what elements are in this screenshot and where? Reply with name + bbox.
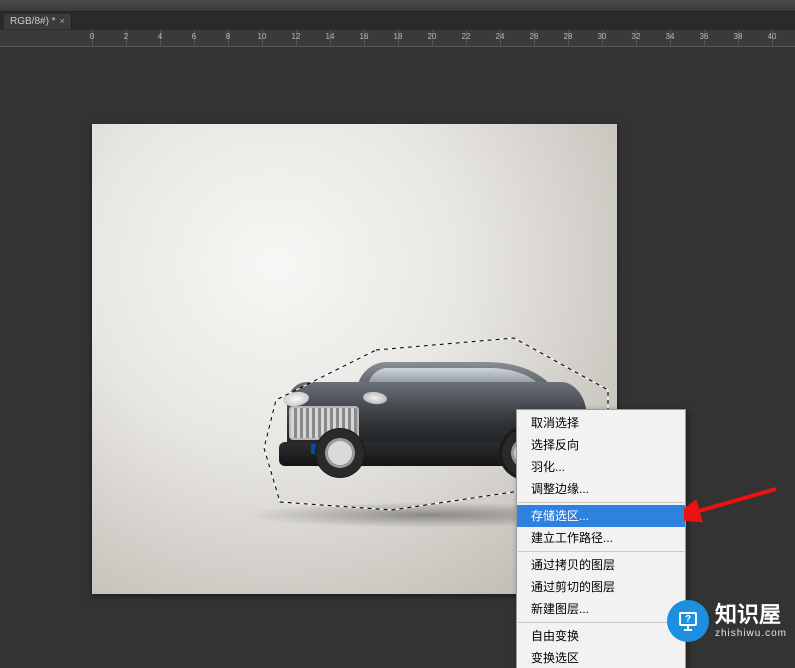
ruler-tick: 12 (292, 32, 301, 41)
ruler-tick: 4 (158, 32, 162, 41)
watermark-title: 知识屋 (715, 604, 787, 626)
ruler-tick: 36 (700, 32, 709, 41)
ruler-tick: 38 (734, 32, 743, 41)
ruler-tick: 30 (598, 32, 607, 41)
canvas-area[interactable]: 200EX 取消选择 选择反向 羽化... 调整边缘... 存储选区... 建立… (0, 47, 795, 668)
svg-text:?: ? (685, 614, 691, 625)
ruler-horizontal: 0246810121416182022242628303234363840424… (0, 30, 795, 47)
document-tab-bar: RGB/8#) * × (0, 12, 795, 30)
menu-inverse[interactable]: 选择反向 (517, 434, 685, 456)
ruler-tick: 10 (258, 32, 267, 41)
ruler-tick: 14 (326, 32, 335, 41)
watermark-subtitle: zhishiwu.com (715, 628, 787, 639)
watermark-badge-icon: ? (667, 600, 709, 642)
tab-title: RGB/8#) * (10, 16, 56, 27)
menu-separator (518, 622, 684, 623)
ruler-tick: 28 (564, 32, 573, 41)
menu-save-selection[interactable]: 存储选区... (517, 505, 685, 527)
ruler-tick: 22 (462, 32, 471, 41)
document-tab[interactable]: RGB/8#) * × (4, 14, 72, 29)
ruler-tick: 8 (226, 32, 230, 41)
menu-feather[interactable]: 羽化... (517, 456, 685, 478)
ruler-tick: 26 (530, 32, 539, 41)
ruler-tick: 0 (90, 32, 94, 41)
menu-layer-via-cut[interactable]: 通过剪切的图层 (517, 576, 685, 598)
ruler-tick: 18 (394, 32, 403, 41)
ruler-tick: 2 (124, 32, 128, 41)
menu-deselect[interactable]: 取消选择 (517, 412, 685, 434)
menu-separator (518, 551, 684, 552)
title-bar (0, 0, 795, 12)
ruler-tick: 24 (496, 32, 505, 41)
annotation-arrow-icon (684, 485, 784, 525)
menu-make-work-path[interactable]: 建立工作路径... (517, 527, 685, 549)
menu-layer-via-copy[interactable]: 通过拷贝的图层 (517, 554, 685, 576)
menu-new-layer[interactable]: 新建图层... (517, 598, 685, 620)
close-icon[interactable]: × (60, 16, 65, 26)
ruler-tick: 20 (428, 32, 437, 41)
menu-refine-edge[interactable]: 调整边缘... (517, 478, 685, 500)
watermark-logo: ? 知识屋 zhishiwu.com (667, 600, 787, 642)
ruler-tick: 6 (192, 32, 196, 41)
ruler-tick: 32 (632, 32, 641, 41)
menu-free-transform[interactable]: 自由变换 (517, 625, 685, 647)
selection-context-menu[interactable]: 取消选择 选择反向 羽化... 调整边缘... 存储选区... 建立工作路径..… (516, 409, 686, 668)
ruler-tick: 40 (768, 32, 777, 41)
menu-separator (518, 502, 684, 503)
ruler-tick: 16 (360, 32, 369, 41)
ruler-tick: 34 (666, 32, 675, 41)
menu-transform-selection[interactable]: 变换选区 (517, 647, 685, 668)
